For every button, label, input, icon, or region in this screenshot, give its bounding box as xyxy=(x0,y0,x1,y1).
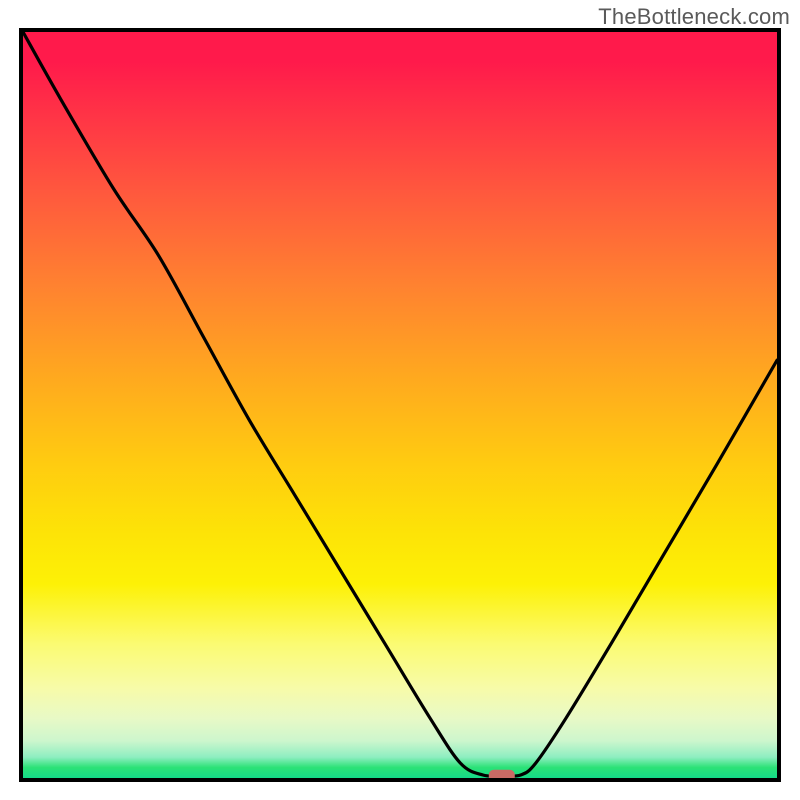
chart-container: TheBottleneck.com xyxy=(0,0,800,800)
optimum-marker xyxy=(489,770,515,778)
curve-layer xyxy=(23,32,777,778)
bottleneck-curve xyxy=(23,32,777,776)
plot-area xyxy=(19,28,781,782)
watermark-text: TheBottleneck.com xyxy=(598,4,790,30)
